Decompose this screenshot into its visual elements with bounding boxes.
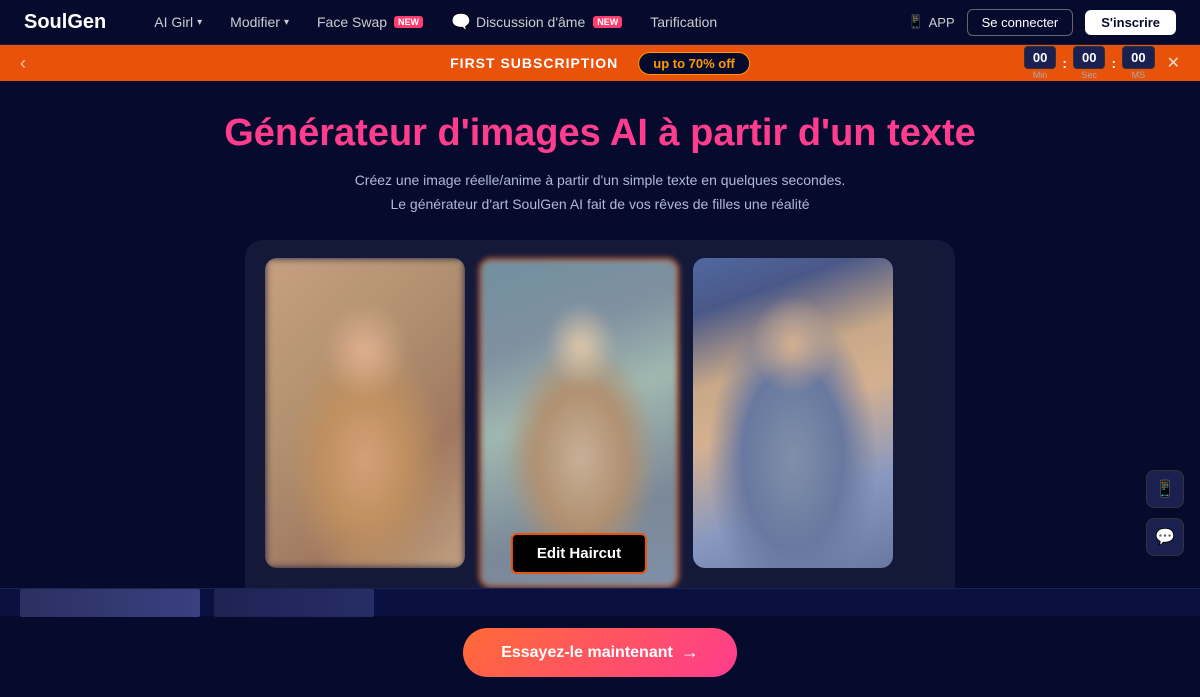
timer-sep1: : [1062,55,1067,71]
timer-seconds-unit: 00 MS [1122,46,1154,80]
promo-offer-badge: up to 70% off [638,52,750,75]
promo-timer: 00 Min : 00 Sec : 00 MS [1024,46,1155,80]
new-badge-discussion: NEW [593,16,622,28]
nav-app[interactable]: 📱 APP [907,14,954,30]
nav-right: 📱 APP Se connecter S'inscrire [907,9,1176,36]
promo-right-group: 00 Min : 00 Sec : 00 MS ✕ [1024,46,1180,80]
nav-link-faceswap[interactable]: Face Swap NEW [317,14,423,30]
timer-sep2: : [1111,55,1116,71]
discussion-emoji: 🗨️ [451,12,471,32]
float-buttons: 📱 💬 [1146,470,1184,556]
bottom-strip-preview [20,589,200,617]
new-badge: NEW [394,16,423,28]
card-left [265,258,465,568]
timer-minutes-label: Sec [1081,70,1097,80]
promo-banner: ‹ FIRST SUBSCRIPTION up to 70% off 00 Mi… [0,45,1200,81]
card-left-image [265,258,465,568]
timer-hours: 00 [1024,46,1056,69]
chevron-down-icon: ▾ [197,17,202,28]
nav-link-discussion[interactable]: 🗨️ Discussion d'âme NEW [451,12,622,32]
try-now-button[interactable]: Essayez-le maintenant → [463,628,737,677]
timer-hours-label: Min [1033,70,1048,80]
promo-text-group: FIRST SUBSCRIPTION up to 70% off [450,52,750,75]
card-right-image [693,258,893,568]
timer-minutes-unit: 00 Sec [1073,46,1105,80]
float-app-button[interactable]: 📱 [1146,470,1184,508]
card-right [693,258,893,568]
nav-link-aigirl[interactable]: AI Girl ▾ [154,14,202,30]
navbar: SoulGen AI Girl ▾ Modifier ▾ Face Swap N… [0,0,1200,45]
phone-icon: 📱 [1155,479,1175,499]
nav-link-tarification[interactable]: Tarification [650,14,717,30]
connect-button[interactable]: Se connecter [967,9,1074,36]
hero-title: Générateur d'images AI à partir d'un tex… [224,113,976,155]
timer-minutes: 00 [1073,46,1105,69]
timer-seconds-label: MS [1132,70,1146,80]
promo-first-label: FIRST SUBSCRIPTION [450,55,618,71]
card-center-wrapper: Edit Haircut [479,258,679,588]
float-chat-button[interactable]: 💬 [1146,518,1184,556]
signup-button[interactable]: S'inscrire [1085,10,1176,35]
bottom-strip-preview-2 [214,589,374,617]
chevron-down-icon: ▾ [284,17,289,28]
nav-links: AI Girl ▾ Modifier ▾ Face Swap NEW 🗨️ Di… [154,12,875,32]
timer-seconds: 00 [1122,46,1154,69]
promo-left-arrow[interactable]: ‹ [20,53,26,74]
cards-container: Edit Haircut [245,240,955,606]
nav-link-modifier[interactable]: Modifier ▾ [230,14,289,30]
timer-hours-unit: 00 Min [1024,46,1056,80]
logo[interactable]: SoulGen [24,11,106,34]
phone-icon: 📱 [907,14,923,30]
chat-icon: 💬 [1155,527,1175,547]
promo-close-button[interactable]: ✕ [1167,53,1180,73]
hero-subtitle: Créez une image réelle/anime à partir d'… [355,169,846,217]
arrow-icon: → [681,642,699,663]
edit-haircut-button[interactable]: Edit Haircut [511,533,647,574]
bottom-strip [0,588,1200,616]
